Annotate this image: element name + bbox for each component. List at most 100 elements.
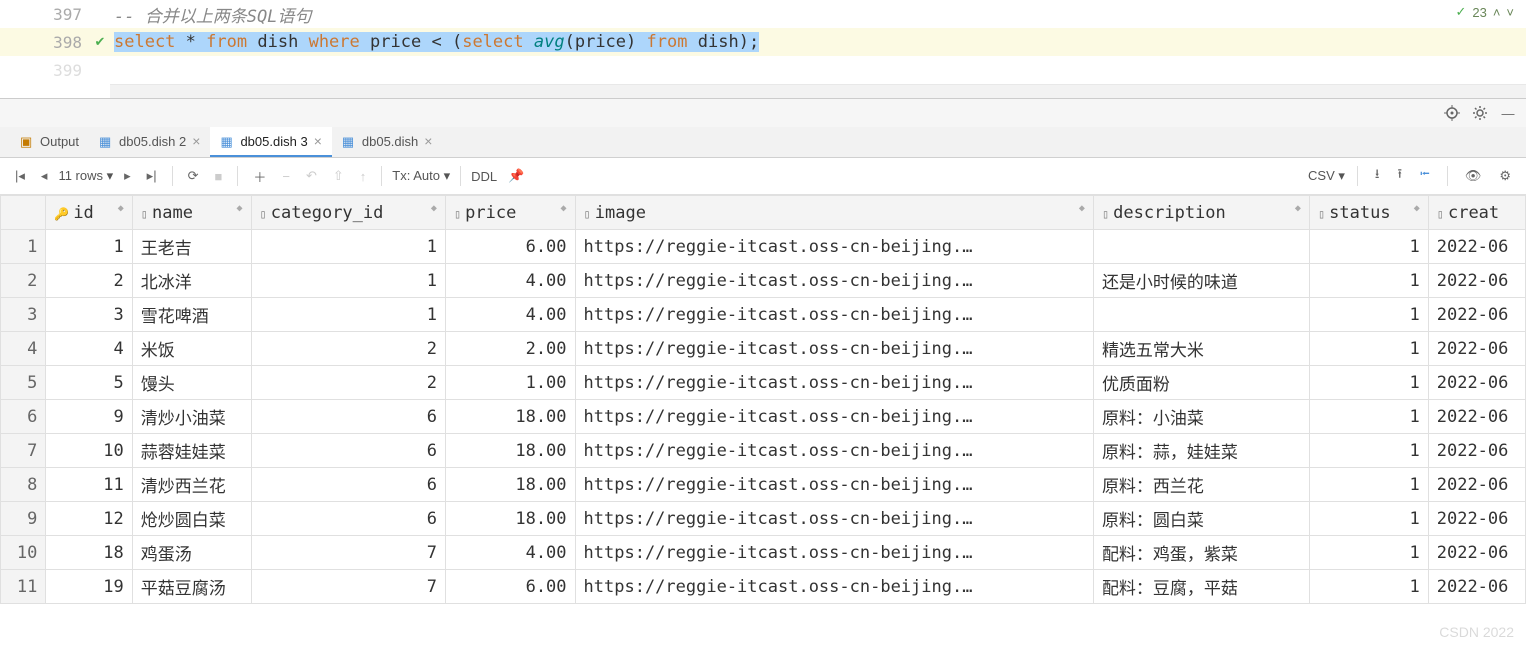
rownum-cell[interactable]: 8 (1, 468, 46, 502)
cell-name[interactable]: 清炒小油菜 (132, 400, 251, 434)
data-grid[interactable]: 🔑id◆ ▯name◆ ▯category_id◆ ▯price◆ ▯image… (0, 195, 1526, 628)
cell-status[interactable]: 1 (1309, 298, 1428, 332)
cell-id[interactable]: 3 (46, 298, 132, 332)
cell-id[interactable]: 19 (46, 570, 132, 604)
next-page-button[interactable]: ▸ (119, 165, 136, 187)
cell-status[interactable]: 1 (1309, 434, 1428, 468)
close-icon[interactable]: × (424, 133, 432, 149)
cell-price[interactable]: 6.00 (445, 230, 575, 264)
cell-name[interactable]: 平菇豆腐汤 (132, 570, 251, 604)
col-header-price[interactable]: ▯price◆ (445, 196, 575, 230)
cell-price[interactable]: 18.00 (445, 400, 575, 434)
cell-price[interactable]: 4.00 (445, 264, 575, 298)
cell-status[interactable]: 1 (1309, 502, 1428, 536)
rownum-cell[interactable]: 7 (1, 434, 46, 468)
cell-create[interactable]: 2022-06 (1428, 502, 1525, 536)
cell-image[interactable]: https://reggie-itcast.oss-cn-beijing.… (575, 502, 1093, 536)
sort-icon[interactable]: ◆ (237, 203, 243, 214)
cell-image[interactable]: https://reggie-itcast.oss-cn-beijing.… (575, 332, 1093, 366)
cell-id[interactable]: 11 (46, 468, 132, 502)
cell-category[interactable]: 6 (251, 502, 445, 536)
cell-id[interactable]: 10 (46, 434, 132, 468)
cell-name[interactable]: 米饭 (132, 332, 251, 366)
rownum-cell[interactable]: 5 (1, 366, 46, 400)
close-icon[interactable]: × (192, 133, 200, 149)
table-row[interactable]: 11王老吉16.00https://reggie-itcast.oss-cn-b… (1, 230, 1526, 264)
table-row[interactable]: 69清炒小油菜618.00https://reggie-itcast.oss-c… (1, 400, 1526, 434)
cell-status[interactable]: 1 (1309, 400, 1428, 434)
cell-status[interactable]: 1 (1309, 536, 1428, 570)
cell-description[interactable] (1093, 298, 1309, 332)
rownum-cell[interactable]: 3 (1, 298, 46, 332)
cell-category[interactable]: 6 (251, 434, 445, 468)
stop-button[interactable]: ■ (209, 166, 227, 187)
cell-id[interactable]: 4 (46, 332, 132, 366)
cell-image[interactable]: https://reggie-itcast.oss-cn-beijing.… (575, 298, 1093, 332)
cell-name[interactable]: 王老吉 (132, 230, 251, 264)
cell-price[interactable]: 18.00 (445, 434, 575, 468)
cell-id[interactable]: 9 (46, 400, 132, 434)
import-icon[interactable]: ⭰ (1415, 162, 1435, 190)
cell-status[interactable]: 1 (1309, 468, 1428, 502)
table-row[interactable]: 22北冰洋14.00https://reggie-itcast.oss-cn-b… (1, 264, 1526, 298)
eye-icon[interactable]: 👁 (1460, 165, 1487, 187)
cell-price[interactable]: 2.00 (445, 332, 575, 366)
ddl-button[interactable]: DDL (471, 169, 497, 184)
cell-category[interactable]: 7 (251, 536, 445, 570)
cell-price[interactable]: 1.00 (445, 366, 575, 400)
cell-create[interactable]: 2022-06 (1428, 536, 1525, 570)
cell-category[interactable]: 6 (251, 400, 445, 434)
cell-category[interactable]: 1 (251, 298, 445, 332)
cell-image[interactable]: https://reggie-itcast.oss-cn-beijing.… (575, 230, 1093, 264)
cell-image[interactable]: https://reggie-itcast.oss-cn-beijing.… (575, 536, 1093, 570)
target-icon[interactable] (1444, 105, 1460, 121)
cell-description[interactable]: 精选五常大米 (1093, 332, 1309, 366)
cell-name[interactable]: 北冰洋 (132, 264, 251, 298)
col-header-status[interactable]: ▯status◆ (1309, 196, 1428, 230)
cell-description[interactable]: 还是小时候的味道 (1093, 264, 1309, 298)
cell-image[interactable]: https://reggie-itcast.oss-cn-beijing.… (575, 400, 1093, 434)
col-header-image[interactable]: ▯image◆ (575, 196, 1093, 230)
cell-create[interactable]: 2022-06 (1428, 570, 1525, 604)
cell-image[interactable]: https://reggie-itcast.oss-cn-beijing.… (575, 366, 1093, 400)
sort-icon[interactable]: ◆ (561, 203, 567, 214)
cell-name[interactable]: 馒头 (132, 366, 251, 400)
code-line-397[interactable]: -- 合并以上两条SQL语句 (110, 2, 1526, 27)
cell-status[interactable]: 1 (1309, 570, 1428, 604)
table-row[interactable]: 811清炒西兰花618.00https://reggie-itcast.oss-… (1, 468, 1526, 502)
cell-description[interactable]: 配料：鸡蛋，紫菜 (1093, 536, 1309, 570)
rownum-cell[interactable]: 4 (1, 332, 46, 366)
cell-create[interactable]: 2022-06 (1428, 400, 1525, 434)
cell-status[interactable]: 1 (1309, 230, 1428, 264)
col-header-category[interactable]: ▯category_id◆ (251, 196, 445, 230)
cell-id[interactable]: 1 (46, 230, 132, 264)
tab-output[interactable]: ▣ Output (10, 127, 89, 157)
chevron-up-icon[interactable]: ˄ (1493, 5, 1501, 20)
code-line-398[interactable]: select * from dish where price < (select… (110, 32, 1526, 52)
cell-price[interactable]: 4.00 (445, 536, 575, 570)
commit-button[interactable]: ⇧ (328, 165, 349, 187)
cell-category[interactable]: 2 (251, 366, 445, 400)
cell-price[interactable]: 18.00 (445, 468, 575, 502)
cell-create[interactable]: 2022-06 (1428, 298, 1525, 332)
col-header-create[interactable]: ▯creat (1428, 196, 1525, 230)
tab-dish[interactable]: ▦ db05.dish × (332, 127, 443, 157)
cell-create[interactable]: 2022-06 (1428, 468, 1525, 502)
inspection-widget[interactable]: ✓ 23 ˄ ˅ (1455, 4, 1514, 20)
close-icon[interactable]: × (314, 133, 322, 149)
cell-id[interactable]: 18 (46, 536, 132, 570)
add-row-button[interactable]: ＋ (248, 164, 271, 189)
cell-create[interactable]: 2022-06 (1428, 332, 1525, 366)
table-row[interactable]: 912炝炒圆白菜618.00https://reggie-itcast.oss-… (1, 502, 1526, 536)
table-row[interactable]: 710蒜蓉娃娃菜618.00https://reggie-itcast.oss-… (1, 434, 1526, 468)
col-header-id[interactable]: 🔑id◆ (46, 196, 132, 230)
tx-mode-button[interactable]: Tx: Auto ▾ (392, 168, 450, 184)
cell-image[interactable]: https://reggie-itcast.oss-cn-beijing.… (575, 468, 1093, 502)
sort-icon[interactable]: ◆ (118, 203, 124, 214)
col-header-name[interactable]: ▯name◆ (132, 196, 251, 230)
cell-image[interactable]: https://reggie-itcast.oss-cn-beijing.… (575, 264, 1093, 298)
cell-description[interactable]: 优质面粉 (1093, 366, 1309, 400)
cell-description[interactable]: 配料：豆腐，平菇 (1093, 570, 1309, 604)
gear-icon[interactable]: ⚙ (1494, 165, 1516, 187)
pin-icon[interactable]: 📌 (503, 165, 529, 187)
